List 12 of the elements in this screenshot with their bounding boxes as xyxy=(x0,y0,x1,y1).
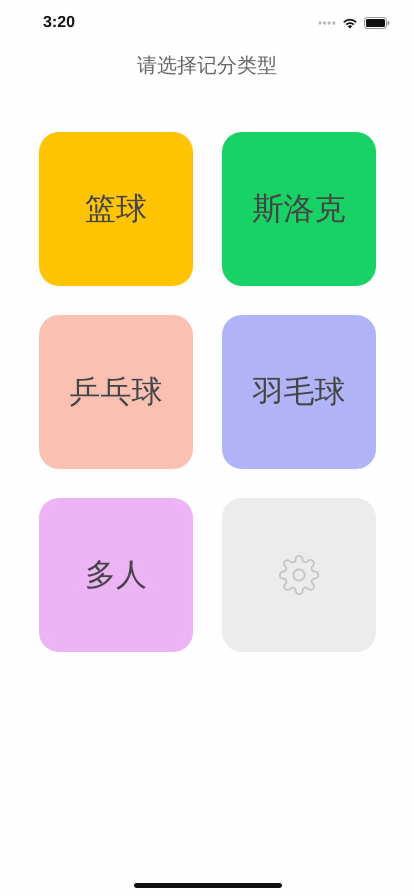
category-tile[interactable]: 乒乓球 xyxy=(39,315,193,469)
settings-tile[interactable] xyxy=(222,498,376,652)
settings-icon xyxy=(278,554,320,596)
battery-icon xyxy=(364,17,390,29)
category-tile[interactable]: 斯洛克 xyxy=(222,132,376,286)
category-tile[interactable]: 篮球 xyxy=(39,132,193,286)
status-time: 3:20 xyxy=(43,14,76,32)
category-tile[interactable]: 多人 xyxy=(39,498,193,652)
page-title: 请选择记分类型 xyxy=(136,52,278,79)
wifi-icon xyxy=(342,17,358,29)
category-tile[interactable]: 羽毛球 xyxy=(222,315,376,469)
signal-icon xyxy=(318,21,336,25)
